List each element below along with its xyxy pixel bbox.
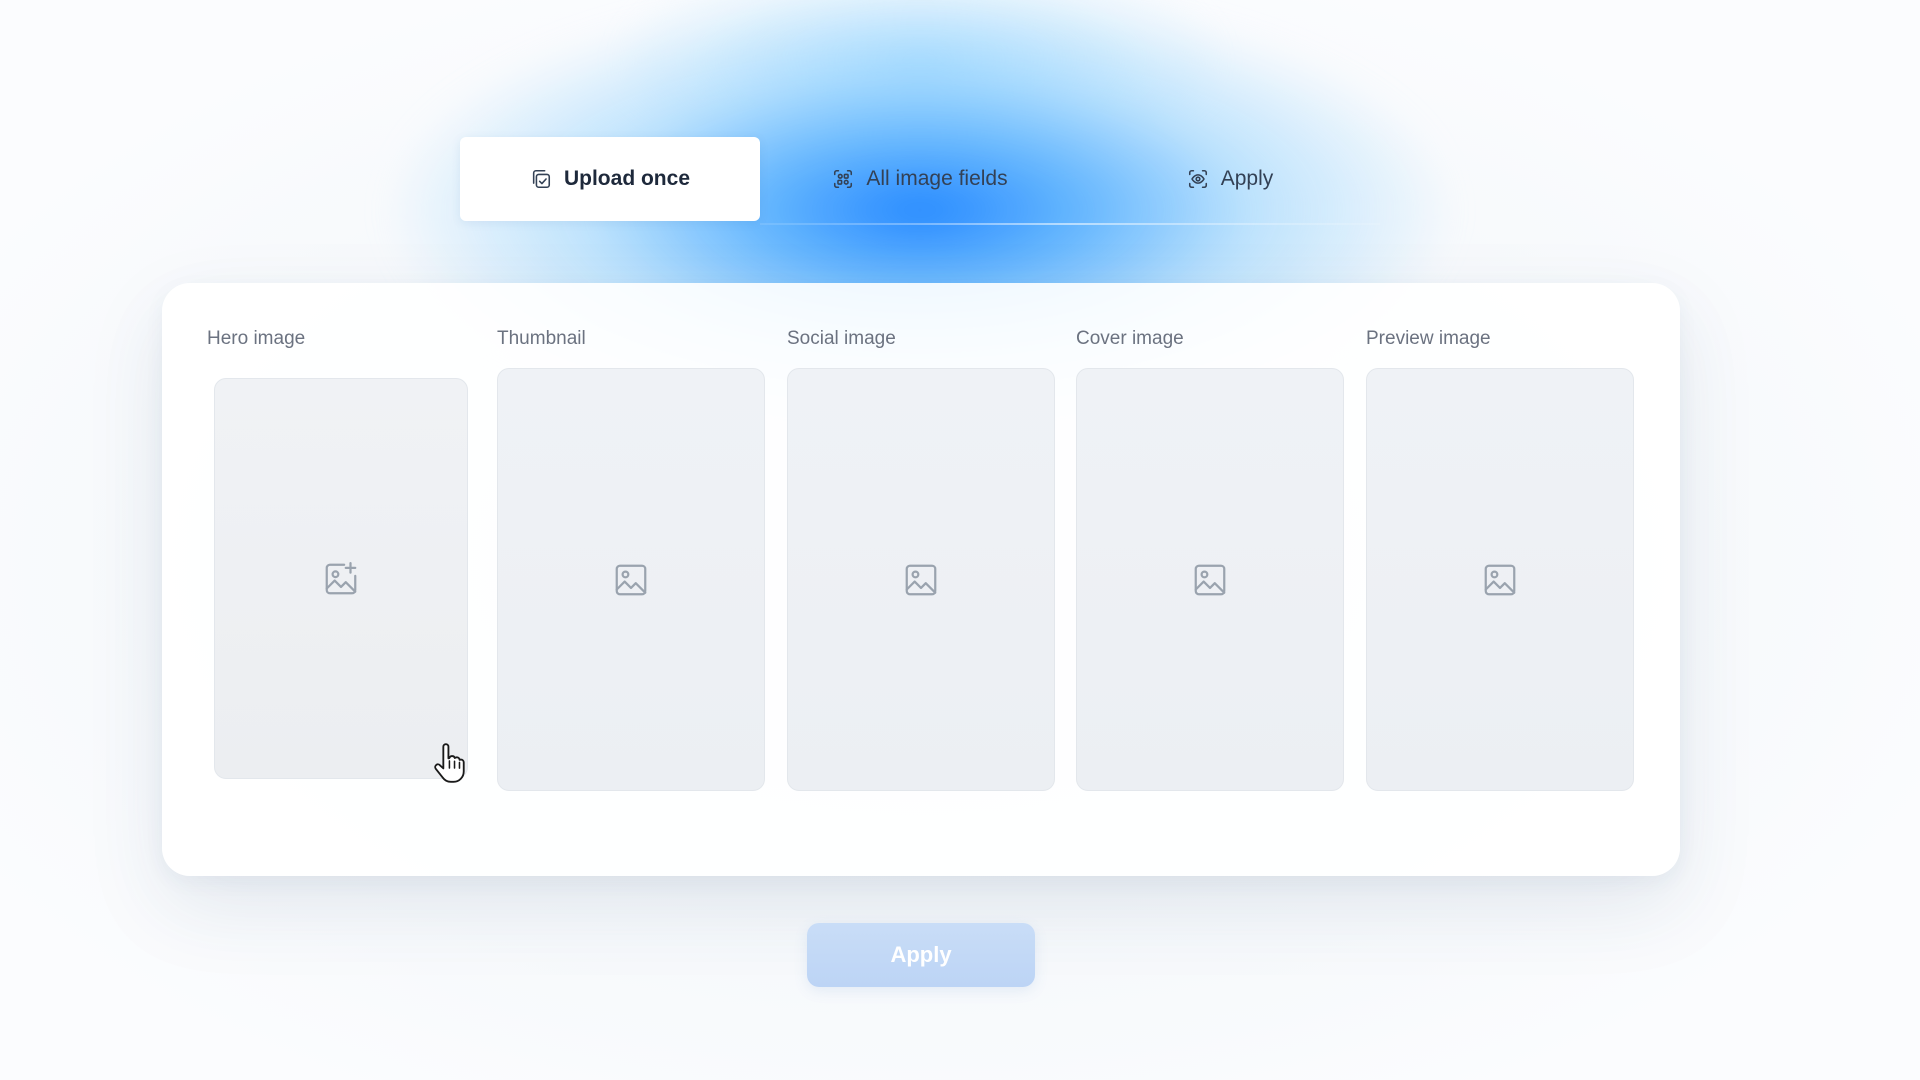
preview-image-dropzone[interactable] [1366, 368, 1634, 791]
image-icon [905, 564, 937, 595]
thumbnail-dropzone[interactable] [497, 368, 765, 791]
tab-divider [760, 223, 1380, 225]
field-hero-image: Hero image [207, 328, 468, 788]
eye-scan-icon [1188, 169, 1207, 189]
field-cover-image: Cover image [1076, 328, 1346, 791]
image-add-icon [325, 561, 357, 594]
field-label: Cover image [1076, 328, 1184, 349]
scan-fields-icon [834, 169, 853, 189]
tab-apply[interactable]: Apply [1080, 137, 1380, 221]
tab-label: Upload once [563, 167, 690, 190]
hero-image-dropzone[interactable] [214, 378, 468, 779]
field-thumbnail: Thumbnail [497, 328, 767, 791]
image-icon [1194, 564, 1226, 595]
image-fields-panel: Hero image Thumbnail Social image Cover … [162, 283, 1680, 876]
field-social-image: Social image [787, 328, 1057, 791]
tab-upload-once[interactable]: Upload once [460, 137, 760, 221]
tab-all-image-fields[interactable]: All image fields [760, 137, 1080, 221]
image-icon [615, 564, 647, 595]
tab-label: Apply [1220, 167, 1274, 190]
cover-image-dropzone[interactable] [1076, 368, 1344, 791]
field-preview-image: Preview image [1366, 328, 1636, 791]
field-label: Hero image [207, 328, 306, 349]
upload-copy-icon [532, 169, 551, 189]
image-icon [1484, 564, 1516, 595]
apply-button[interactable]: Apply [807, 923, 1035, 987]
field-label: Preview image [1366, 328, 1491, 349]
hand-pointer-cursor-icon [434, 743, 465, 783]
app-canvas: Upload once All image fields Apply Hero … [0, 0, 1920, 1080]
field-label: Social image [787, 328, 896, 349]
tab-label: All image fields [866, 167, 1008, 190]
field-label: Thumbnail [497, 328, 586, 349]
social-image-dropzone[interactable] [787, 368, 1055, 791]
step-tabs: Upload once All image fields Apply [460, 137, 1380, 221]
